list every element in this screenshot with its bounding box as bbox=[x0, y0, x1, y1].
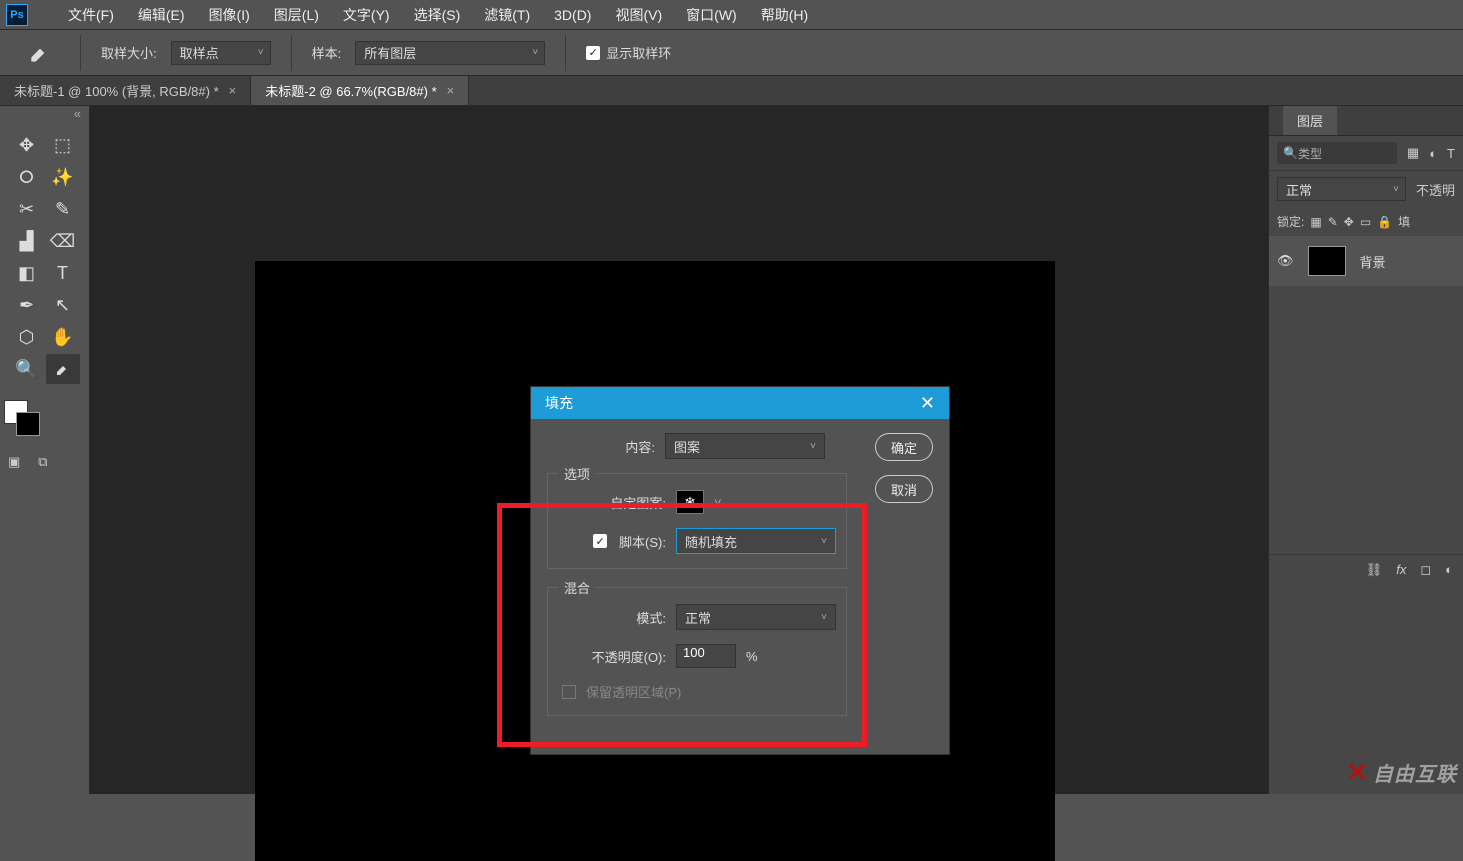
sample-size-combo[interactable]: 取样点 bbox=[171, 41, 271, 65]
eyedropper-icon[interactable] bbox=[20, 38, 60, 68]
marquee-tool[interactable]: ⬚ bbox=[46, 130, 80, 160]
mask-icon[interactable]: ◻ bbox=[1420, 562, 1431, 578]
layer-row[interactable]: 👁 背景 bbox=[1269, 236, 1463, 286]
quickmask-icon[interactable]: ▣ bbox=[8, 454, 20, 470]
lock-move-icon[interactable]: ✥ bbox=[1344, 215, 1354, 229]
filter-image-icon[interactable]: ▦ bbox=[1407, 145, 1419, 161]
lock-brush-icon[interactable]: ✎ bbox=[1328, 215, 1338, 229]
close-icon[interactable]: × bbox=[447, 83, 455, 98]
preserve-transparency-label: 保留透明区域(P) bbox=[586, 682, 681, 701]
eyedropper-tool[interactable] bbox=[46, 354, 80, 384]
lock-label: 锁定: bbox=[1277, 213, 1304, 230]
chevron-down-icon[interactable]: ˅ bbox=[714, 495, 722, 510]
content-combo[interactable]: 图案 bbox=[665, 433, 825, 459]
hand-tool[interactable]: ✋ bbox=[46, 322, 80, 352]
close-icon[interactable]: ✕ bbox=[920, 393, 949, 414]
type-tool[interactable]: T bbox=[46, 258, 80, 288]
dialog-titlebar[interactable]: 填充 ✕ bbox=[531, 387, 949, 419]
menu-image[interactable]: 图像(I) bbox=[197, 5, 262, 25]
watermark: ✕自由互联 bbox=[1346, 757, 1457, 788]
script-label: 脚本(S): bbox=[619, 532, 666, 551]
menu-select[interactable]: 选择(S) bbox=[402, 5, 473, 25]
brush-tool[interactable]: ✎ bbox=[46, 194, 80, 224]
blend-mode-combo[interactable]: 正常 bbox=[1277, 177, 1406, 201]
blend-legend: 混合 bbox=[558, 578, 596, 597]
show-ring-label: 显示取样环 bbox=[606, 43, 671, 62]
script-checkbox[interactable]: ✓ bbox=[593, 534, 607, 548]
menu-help[interactable]: 帮助(H) bbox=[749, 5, 820, 25]
mode-label: 模式: bbox=[558, 608, 666, 627]
layer-name: 背景 bbox=[1360, 252, 1386, 271]
ok-button[interactable]: 确定 bbox=[875, 433, 933, 461]
magic-wand-tool[interactable]: ✨ bbox=[46, 162, 80, 192]
sample-combo[interactable]: 所有图层 bbox=[355, 41, 545, 65]
preserve-transparency-checkbox bbox=[562, 685, 576, 699]
pattern-swatch[interactable]: ❄ bbox=[676, 490, 704, 514]
menu-window[interactable]: 窗口(W) bbox=[674, 5, 749, 25]
content-label: 内容: bbox=[547, 437, 655, 456]
crop-tool[interactable]: ✂ bbox=[10, 194, 44, 224]
tab-label: 未标题-1 @ 100% (背景, RGB/8#) * bbox=[14, 81, 219, 100]
opacity-label: 不透明 bbox=[1416, 180, 1455, 199]
tools-panel: « ✥ ⬚ ⭘ ✨ ✂ ✎ ▟ ⌫ ◧ T ✒ ↖ ⬡ ✋ 🔍 ▣ ⧉ bbox=[0, 106, 90, 794]
app-logo: Ps bbox=[6, 4, 28, 26]
fx-icon[interactable]: fx bbox=[1396, 562, 1406, 577]
filter-adjust-icon[interactable]: ◐ bbox=[1429, 146, 1437, 161]
lock-all-icon[interactable]: 🔒 bbox=[1377, 215, 1392, 229]
link-icon[interactable]: ⛓ bbox=[1366, 562, 1383, 578]
check-icon: ✓ bbox=[586, 46, 600, 60]
dialog-title: 填充 bbox=[545, 393, 573, 413]
tab-doc1[interactable]: 未标题-1 @ 100% (背景, RGB/8#) * × bbox=[0, 76, 251, 105]
script-combo[interactable]: 随机填充 bbox=[676, 528, 836, 554]
menu-type[interactable]: 文字(Y) bbox=[331, 5, 402, 25]
opacity-unit: % bbox=[746, 649, 758, 664]
zoom-tool[interactable]: 🔍 bbox=[10, 354, 44, 384]
menu-file[interactable]: 文件(F) bbox=[56, 5, 126, 25]
eraser-tool[interactable]: ⌫ bbox=[46, 226, 80, 256]
gradient-tool[interactable]: ◧ bbox=[10, 258, 44, 288]
clone-tool[interactable]: ▟ bbox=[10, 226, 44, 256]
options-bar: 取样大小: 取样点 样本: 所有图层 ✓ 显示取样环 bbox=[0, 30, 1463, 76]
sample-size-label: 取样大小: bbox=[101, 43, 157, 62]
document-tabs: 未标题-1 @ 100% (背景, RGB/8#) * × 未标题-2 @ 66… bbox=[0, 76, 1463, 106]
move-tool[interactable]: ✥ bbox=[10, 130, 44, 160]
path-select-tool[interactable]: ↖ bbox=[46, 290, 80, 320]
lock-pixels-icon[interactable]: ▦ bbox=[1310, 215, 1321, 229]
layer-thumbnail[interactable] bbox=[1308, 246, 1346, 276]
opacity-input[interactable]: 100 bbox=[676, 644, 736, 668]
color-swatches[interactable] bbox=[4, 400, 44, 440]
adjustment-icon[interactable]: ◐ bbox=[1445, 562, 1453, 577]
fill-dialog: 填充 ✕ 确定 取消 内容: 图案 选项 自定图案: ❄ ˅ ✓ 脚本(S): … bbox=[530, 386, 950, 755]
options-legend: 选项 bbox=[558, 464, 596, 483]
panel-collapse-icon[interactable]: « bbox=[0, 106, 89, 124]
tab-doc2[interactable]: 未标题-2 @ 66.7%(RGB/8#) * × bbox=[251, 76, 469, 105]
lasso-tool[interactable]: ⭘ bbox=[10, 162, 44, 192]
menu-edit[interactable]: 编辑(E) bbox=[126, 5, 197, 25]
visibility-icon[interactable]: 👁 bbox=[1277, 253, 1294, 269]
show-sampling-ring-checkbox[interactable]: ✓ 显示取样环 bbox=[586, 43, 671, 62]
layer-filter-search[interactable]: 🔍 类型 bbox=[1277, 142, 1397, 164]
cancel-button[interactable]: 取消 bbox=[875, 475, 933, 503]
pen-tool[interactable]: ✒ bbox=[10, 290, 44, 320]
menu-layer[interactable]: 图层(L) bbox=[262, 5, 331, 25]
fill-label: 填 bbox=[1398, 213, 1410, 230]
layers-tab[interactable]: 图层 bbox=[1269, 106, 1463, 136]
menu-view[interactable]: 视图(V) bbox=[603, 5, 674, 25]
sample-label: 样本: bbox=[312, 43, 342, 62]
mode-combo[interactable]: 正常 bbox=[676, 604, 836, 630]
tab-label: 未标题-2 @ 66.7%(RGB/8#) * bbox=[265, 81, 436, 100]
screenmode-icon[interactable]: ⧉ bbox=[38, 454, 47, 470]
opacity-label: 不透明度(O): bbox=[558, 647, 666, 666]
close-icon[interactable]: × bbox=[229, 83, 237, 98]
filter-type-icon[interactable]: T bbox=[1447, 146, 1455, 161]
menubar: Ps 文件(F) 编辑(E) 图像(I) 图层(L) 文字(Y) 选择(S) 滤… bbox=[0, 0, 1463, 30]
lock-artboard-icon[interactable]: ▭ bbox=[1360, 215, 1371, 229]
menu-3d[interactable]: 3D(D) bbox=[542, 7, 603, 23]
layers-panel: 图层 🔍 类型 ▦ ◐ T 正常 不透明 锁定: ▦ ✎ ✥ ▭ 🔒 填 👁 背… bbox=[1268, 106, 1463, 794]
menu-filter[interactable]: 滤镜(T) bbox=[472, 5, 542, 25]
background-swatch[interactable] bbox=[16, 412, 40, 436]
shape-tool[interactable]: ⬡ bbox=[10, 322, 44, 352]
custom-pattern-label: 自定图案: bbox=[558, 493, 666, 512]
